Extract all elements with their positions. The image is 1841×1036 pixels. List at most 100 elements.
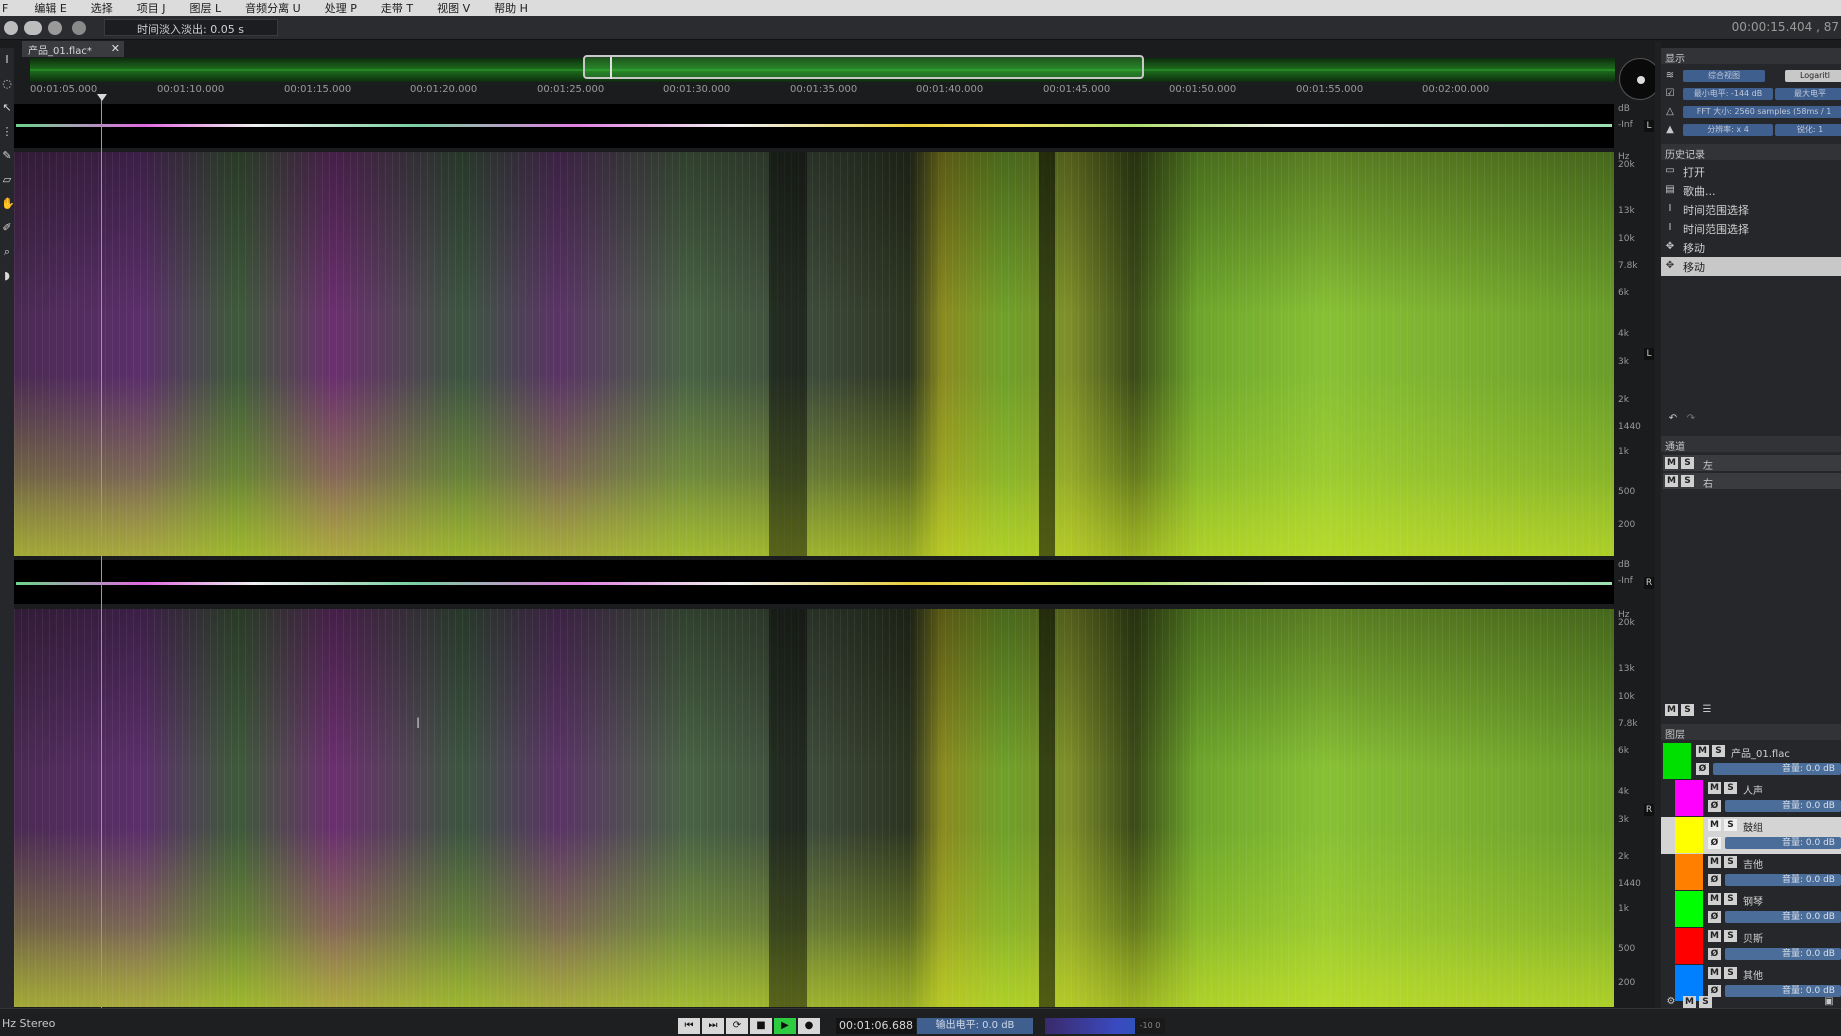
menu-file[interactable]: F xyxy=(0,2,22,15)
eraser-tool-icon[interactable]: ▱ xyxy=(1,174,13,186)
solo-button[interactable]: S xyxy=(1724,930,1737,942)
layer-volume-slider[interactable]: 音量: 0.0 dB xyxy=(1725,911,1841,923)
history-item[interactable]: I 时间范围选择 xyxy=(1661,200,1841,219)
stop-icon[interactable]: ■ xyxy=(750,1018,772,1034)
undo-icon[interactable]: ↶ xyxy=(1667,413,1679,425)
mute-button[interactable]: M xyxy=(1665,475,1678,487)
close-icon[interactable]: ✕ xyxy=(111,42,120,55)
time-fade-field[interactable]: 时间淡入淡出: 0.05 s xyxy=(104,19,278,36)
solo-button[interactable]: S xyxy=(1724,819,1737,831)
min-level-slider[interactable]: 最小电平: -144 dB xyxy=(1683,88,1773,100)
menu-separation[interactable]: 音频分离 U xyxy=(233,0,313,16)
output-level-slider[interactable]: 输出电平: 0.0 dB xyxy=(917,1018,1033,1034)
lasso-tool-icon[interactable]: ◌ xyxy=(1,78,13,90)
rewind-icon[interactable]: ⏮ xyxy=(678,1018,700,1034)
time-select-tool-icon[interactable]: I xyxy=(1,54,13,66)
overview-view-window[interactable] xyxy=(583,55,1144,79)
solo-button[interactable]: S xyxy=(1712,745,1725,757)
redo-icon[interactable]: ↷ xyxy=(1685,413,1697,425)
half-circle-icon[interactable] xyxy=(48,21,62,35)
triangle-up-icon[interactable]: ▲ xyxy=(1664,124,1676,136)
mute-button[interactable]: M xyxy=(1708,782,1721,794)
solo-button[interactable]: S xyxy=(1681,475,1694,487)
channel-row-left[interactable]: M S 左 xyxy=(1663,455,1841,472)
solo-button[interactable]: S xyxy=(1724,782,1737,794)
layer-volume-slider[interactable]: 音量: 0.0 dB xyxy=(1713,763,1841,775)
arrow-tool-icon[interactable]: ↖ xyxy=(1,102,13,114)
menu-edit[interactable]: 编辑 E xyxy=(22,0,78,16)
menu-help[interactable]: 帮助 H xyxy=(482,0,540,16)
history-item[interactable]: ✥ 移动 xyxy=(1661,238,1841,257)
forward-icon[interactable]: ⏭ xyxy=(702,1018,724,1034)
layer-volume-slider[interactable]: 音量: 0.0 dB xyxy=(1725,800,1841,812)
snap-icon[interactable] xyxy=(72,21,86,35)
layer-settings-icon[interactable]: ⚙ xyxy=(1665,996,1677,1008)
pencil-tool-icon[interactable]: ✐ xyxy=(1,222,13,234)
layer-row[interactable]: M S 钢琴 Ø 音量: 0.0 dB xyxy=(1661,891,1841,928)
time-ruler[interactable]: 00:01:05.000 00:01:10.000 00:01:15.000 0… xyxy=(14,84,1614,100)
sharpen-slider[interactable]: 锐化: 1 xyxy=(1775,124,1841,136)
layer-row[interactable]: M S 人声 Ø 音量: 0.0 dB xyxy=(1661,780,1841,817)
solo-button[interactable]: S xyxy=(1724,967,1737,979)
max-level-slider[interactable]: 最大电平 xyxy=(1775,88,1841,100)
phase-button[interactable]: Ø xyxy=(1708,874,1721,886)
scale-select[interactable]: Logaritl xyxy=(1785,70,1841,82)
list-icon[interactable]: ☰ xyxy=(1701,704,1713,716)
menu-select[interactable]: 选择 xyxy=(79,0,125,16)
spectrogram-left[interactable] xyxy=(14,152,1614,556)
mute-button[interactable]: M xyxy=(1665,457,1678,469)
waveform-right[interactable] xyxy=(14,560,1614,604)
history-item[interactable]: ▭ 打开 xyxy=(1661,162,1841,181)
layers-icon[interactable]: ≋ xyxy=(1664,70,1676,82)
view-mode-select[interactable]: 综合视图 xyxy=(1683,70,1765,82)
phase-button[interactable]: Ø xyxy=(1708,911,1721,923)
frequency-select-icon[interactable]: ⋮ xyxy=(1,126,13,138)
mute-button[interactable]: M xyxy=(1708,967,1721,979)
history-item[interactable]: ▤ 歌曲... xyxy=(1661,181,1841,200)
solo-button[interactable]: S xyxy=(1724,856,1737,868)
history-item-selected[interactable]: ✥ 移动 xyxy=(1661,257,1841,276)
add-layer-icon[interactable]: ▣ xyxy=(1823,996,1835,1008)
playhead-marker-icon[interactable] xyxy=(97,94,107,101)
record-icon[interactable]: ● xyxy=(798,1018,820,1034)
menu-project[interactable]: 项目 J xyxy=(125,0,178,16)
play-icon[interactable]: ▶ xyxy=(774,1018,796,1034)
layer-volume-slider[interactable]: 音量: 0.0 dB xyxy=(1725,948,1841,960)
phase-button[interactable]: Ø xyxy=(1696,763,1709,775)
layer-volume-slider[interactable]: 音量: 0.0 dB xyxy=(1725,837,1841,849)
triangle-icon[interactable]: △ xyxy=(1664,106,1676,118)
history-item[interactable]: I 时间范围选择 xyxy=(1661,219,1841,238)
record-mode-icon[interactable] xyxy=(4,21,18,35)
spectrogram-right[interactable] xyxy=(14,609,1614,1007)
layer-row[interactable]: M S 贝斯 Ø 音量: 0.0 dB xyxy=(1661,928,1841,965)
playhead-line[interactable] xyxy=(101,94,102,1008)
menu-process[interactable]: 处理 P xyxy=(313,0,369,16)
layer-master[interactable]: M S 产品_01.flac Ø 音量: 0.0 dB xyxy=(1661,743,1841,780)
menu-transport[interactable]: 走带 T xyxy=(369,0,425,16)
loop-icon[interactable]: ⟳ xyxy=(726,1018,748,1034)
fft-size-slider[interactable]: FFT 大小: 2560 samples (58ms / 1 xyxy=(1683,106,1841,118)
file-tab[interactable]: 产品_01.flac* ✕ xyxy=(22,41,124,57)
mute-button[interactable]: M xyxy=(1708,819,1721,831)
layer-row[interactable]: M S 吉他 Ø 音量: 0.0 dB xyxy=(1661,854,1841,891)
phase-button[interactable]: Ø xyxy=(1708,837,1721,849)
phase-button[interactable]: Ø xyxy=(1708,800,1721,812)
mute-layers-button[interactable]: M xyxy=(1683,996,1696,1008)
solo-all-button[interactable]: S xyxy=(1681,704,1694,716)
waveform-left[interactable] xyxy=(14,104,1614,148)
layer-volume-slider[interactable]: 音量: 0.0 dB xyxy=(1725,874,1841,886)
hand-tool-icon[interactable]: ✋ xyxy=(1,198,15,210)
solo-button[interactable]: S xyxy=(1681,457,1694,469)
mute-all-button[interactable]: M xyxy=(1665,704,1678,716)
ratio-slider[interactable]: 分辨率: x 4 xyxy=(1683,124,1773,136)
menu-view[interactable]: 视图 V xyxy=(425,0,482,16)
speaker-tool-icon[interactable]: ◗ xyxy=(1,270,13,282)
checkbox-icon[interactable]: ☑ xyxy=(1664,88,1676,100)
layer-row-selected[interactable]: M S 鼓组 Ø 音量: 0.0 dB xyxy=(1661,817,1841,854)
zoom-tool-icon[interactable]: ⌕ xyxy=(1,246,13,258)
menu-layer[interactable]: 图层 L xyxy=(178,0,234,16)
phase-button[interactable]: Ø xyxy=(1708,948,1721,960)
solo-button[interactable]: S xyxy=(1724,893,1737,905)
channel-row-right[interactable]: M S 右 xyxy=(1663,473,1841,490)
mute-button[interactable]: M xyxy=(1696,745,1709,757)
